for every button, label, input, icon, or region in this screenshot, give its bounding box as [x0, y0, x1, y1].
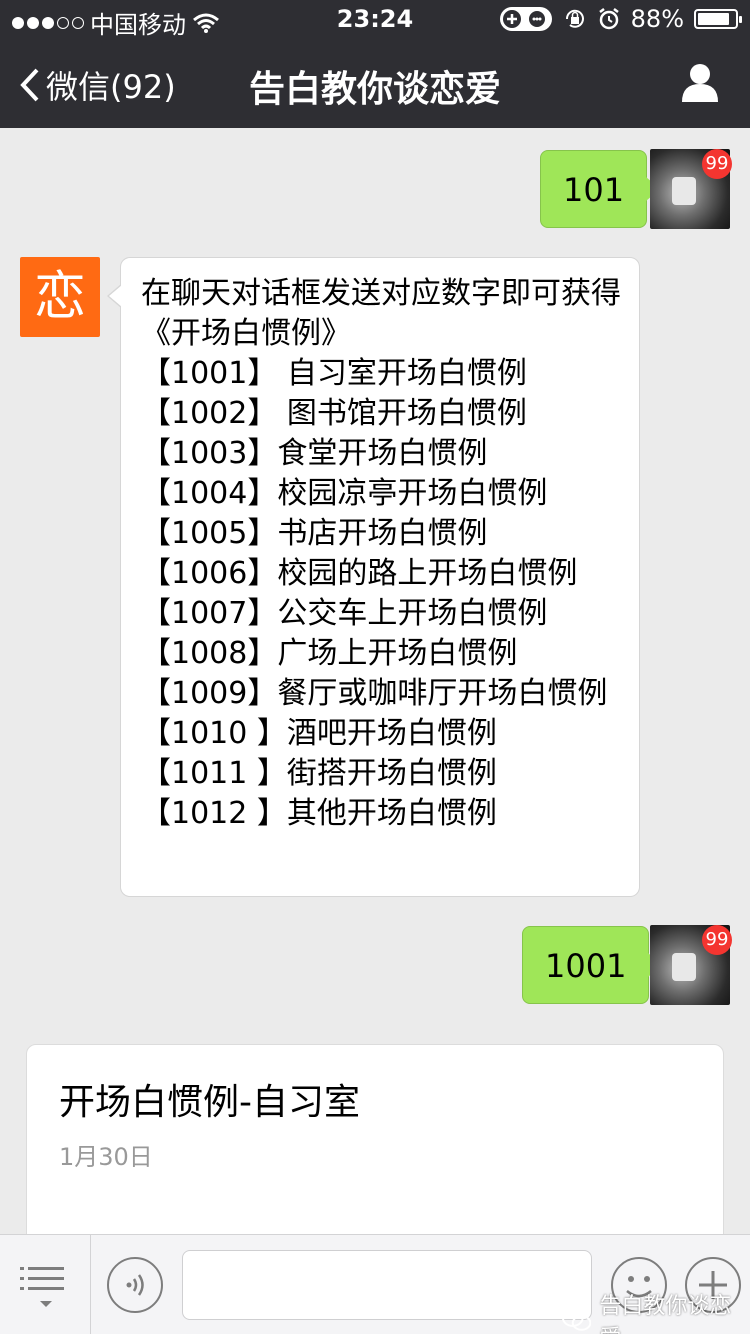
person-icon — [682, 64, 718, 102]
unread-badge: 99 — [702, 925, 732, 955]
menu-line: 【1003】食堂开场白惯例 — [141, 436, 488, 471]
message-input[interactable] — [182, 1250, 592, 1320]
battery-icon — [694, 9, 742, 29]
menu-line: 【1001】 自习室开场白惯例 — [141, 356, 527, 391]
profile-button[interactable] — [680, 62, 720, 106]
watermark-text: 告白教你谈恋爱 — [599, 1294, 732, 1334]
menu-line: 【1004】校园凉亭开场白惯例 — [141, 476, 548, 511]
message-intro: 在聊天对话框发送对应数字即可获得《开场白惯例》 — [141, 276, 621, 351]
sent-message: 1001 — [522, 926, 663, 1004]
menu-line: 【1009】餐厅或咖啡厅开场白惯例 — [141, 676, 608, 711]
watermark: 告白教你谈恋爱 — [562, 1288, 750, 1334]
article-date: 1月30日 — [59, 1143, 153, 1171]
sent-message: 101 — [540, 150, 661, 228]
toolbar-divider — [90, 1235, 91, 1334]
menu-line: 【1011 】街搭开场白惯例 — [141, 756, 497, 791]
message-bubble[interactable]: 在聊天对话框发送对应数字即可获得《开场白惯例》 【1001】 自习室开场白惯例 … — [107, 257, 640, 897]
menu-line: 【1006】校园的路上开场白惯例 — [141, 556, 578, 591]
avatar[interactable]: 99 — [650, 149, 732, 229]
wechat-logo-icon — [562, 1309, 592, 1331]
chat-screen: 中国移动 23:24 88% 微信(92) 告白教你谈恋爱 101 99 恋 在… — [0, 0, 750, 1334]
battery-fill — [698, 13, 730, 25]
avatar-image — [672, 953, 696, 981]
unread-badge: 99 — [702, 149, 732, 179]
message-bubble[interactable]: 101 — [540, 150, 661, 228]
voice-button[interactable] — [107, 1257, 163, 1313]
article-title: 开场白惯例-自习室 — [59, 1082, 360, 1123]
official-account-avatar[interactable]: 恋 — [20, 257, 100, 337]
game-controller-icon — [499, 6, 553, 32]
menu-line: 【1005】书店开场白惯例 — [141, 516, 488, 551]
message-bubble[interactable]: 1001 — [522, 926, 663, 1004]
status-bar: 中国移动 23:24 88% — [0, 0, 750, 40]
rotation-lock-icon — [563, 7, 587, 31]
menu-line: 【1008】广场上开场白惯例 — [141, 636, 518, 671]
avatar-image — [672, 177, 696, 205]
menu-toggle-button[interactable] — [20, 1265, 72, 1315]
menu-line: 【1007】公交车上开场白惯例 — [141, 596, 548, 631]
voice-icon — [126, 1274, 144, 1296]
menu-list-icon — [20, 1267, 64, 1307]
chat-title: 告白教你谈恋爱 — [248, 69, 501, 110]
nav-bar: 微信(92) 告白教你谈恋爱 — [0, 40, 750, 128]
menu-line: 【1002】 图书馆开场白惯例 — [141, 396, 527, 431]
menu-line: 【1012 】其他开场白惯例 — [141, 796, 497, 831]
battery-percent: 88% — [630, 5, 684, 33]
alarm-icon — [597, 7, 621, 31]
avatar[interactable]: 99 — [650, 925, 732, 1005]
menu-line: 【1010 】酒吧开场白惯例 — [141, 716, 497, 751]
